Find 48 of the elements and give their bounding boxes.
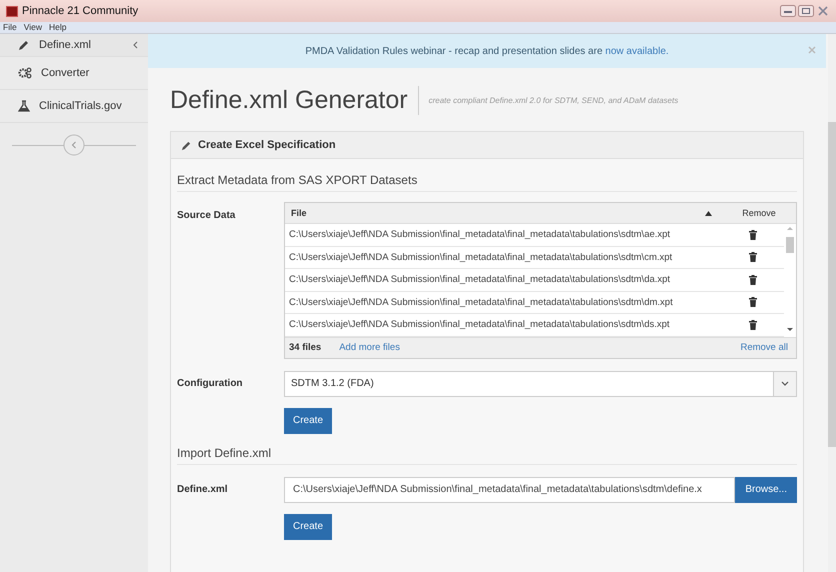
- file-path-cell-text: C:\Users\xiaje\Jeff\NDA Submission\final_metadata\final_metadata\tabulations\sdtm\cm.xpt: [288, 252, 674, 263]
- trash-icon[interactable]: [749, 252, 757, 262]
- add-files-link[interactable]: Add more files: [339, 342, 400, 353]
- field-label: Configuration: [177, 376, 244, 390]
- trash-icon[interactable]: [749, 320, 757, 330]
- section-heading: Extract Metadata from SAS XPORT Datasets: [177, 159, 797, 192]
- page-title: Define.xml Generator: [170, 86, 419, 114]
- window-title: Pinnacle 21 Community: [22, 5, 140, 17]
- close-icon[interactable]: [816, 5, 830, 17]
- menu-item[interactable]: Help: [48, 22, 66, 33]
- trash-icon[interactable]: [749, 230, 757, 240]
- column-header: Remove: [741, 208, 777, 218]
- banner-text: PMDA Validation Rules webinar - recap and presentation slides are now available.: [305, 46, 669, 56]
- panel-title: Create Excel Specification: [198, 139, 336, 151]
- gears-icon: [18, 67, 32, 79]
- trash-icon[interactable]: [749, 274, 757, 285]
- banner-link[interactable]: now available.: [605, 46, 669, 56]
- chevron-left-icon: [132, 41, 138, 49]
- pencil-icon: [181, 140, 192, 150]
- browse-button[interactable]: Browse...: [735, 476, 797, 502]
- app-logo-icon: [6, 6, 18, 16]
- file-path-field[interactable]: C:\Users\xiaje\Jeff\NDA Submission\final_metadata\final_metadata\tabulations\sdtm\define.x: [284, 476, 736, 502]
- file-path-cell-text: C:\Users\xiaje\Jeff\NDA Submission\final_metadata\final_metadata\tabulations\sdtm\dm.xpt: [288, 296, 674, 308]
- minimize-icon[interactable]: [780, 5, 796, 17]
- configuration-dropdown[interactable]: SDTM 3.1.2 (FDA): [284, 370, 797, 396]
- menu-item[interactable]: File: [3, 22, 17, 33]
- column-header[interactable]: File: [285, 208, 705, 218]
- sort-up-icon[interactable]: [705, 210, 712, 216]
- remove-all-link[interactable]: Remove all: [740, 342, 788, 353]
- sidebar-item[interactable]: Define.xml: [0, 34, 148, 57]
- create-button[interactable]: Create: [284, 408, 332, 434]
- scrollbar[interactable]: [784, 224, 796, 334]
- file-count: 34 files: [289, 342, 322, 353]
- field-label: Define.xml: [177, 482, 229, 496]
- file-path-cell-text: C:\Users\xiaje\Jeff\NDA Submission\final_metadata\final_metadata\tabulations\sdtm\ae.xpt: [288, 229, 672, 240]
- section-heading: Import Define.xml: [177, 434, 797, 464]
- scrollbar[interactable]: [828, 34, 836, 572]
- pencil-icon: [18, 39, 30, 51]
- maximize-icon[interactable]: [798, 5, 814, 17]
- trash-icon[interactable]: [749, 297, 757, 308]
- flask-icon: [18, 100, 30, 112]
- file-path-cell-text: C:\Users\xiaje\Jeff\NDA Submission\final_metadata\final_metadata\tabulations\sdtm\ds.xpt: [288, 319, 671, 330]
- page-subtitle: create compliant Define.xml 2.0 for SDTM, SEND, and ADaM datasets: [428, 96, 678, 104]
- create-button[interactable]: Create: [284, 514, 332, 540]
- field-label: Source Data: [177, 209, 236, 223]
- chevron-down-icon: [781, 381, 789, 386]
- menu-item[interactable]: View: [24, 22, 42, 33]
- file-path-cell-text: C:\Users\xiaje\Jeff\NDA Submission\final_metadata\final_metadata\tabulations\sdtm\da.xpt: [288, 274, 672, 286]
